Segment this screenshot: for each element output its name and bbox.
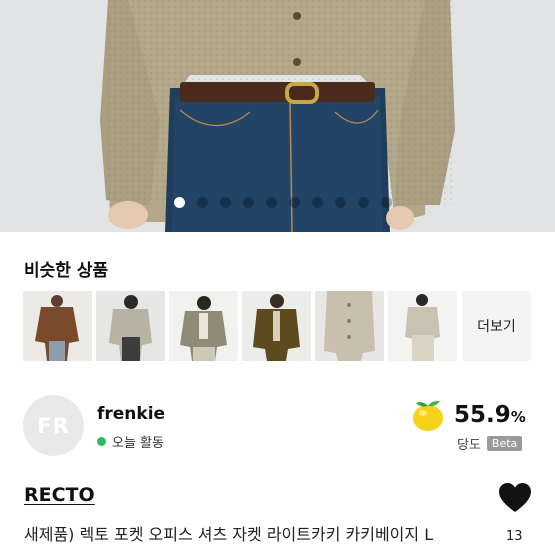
similar-product-thumb[interactable]	[169, 291, 238, 361]
thumb-image	[242, 291, 311, 361]
carousel-dot[interactable]	[196, 197, 208, 208]
carousel-dot[interactable]	[380, 197, 392, 208]
sweetness-score[interactable]: 55.9%	[410, 398, 526, 432]
seller-name[interactable]: frenkie	[97, 404, 165, 424]
similar-product-thumb[interactable]	[96, 291, 165, 361]
carousel-dot[interactable]	[219, 197, 231, 208]
thumb-image	[315, 291, 384, 361]
heart-icon[interactable]	[498, 482, 532, 513]
carousel-dot[interactable]	[265, 197, 277, 208]
product-title: 새제품) 렉토 포켓 오피스 셔츠 자켓 라이트카키 카키베이지 L	[24, 525, 434, 544]
thumb-image	[388, 291, 457, 361]
thumb-image	[169, 291, 238, 361]
lemon-icon	[413, 400, 443, 431]
carousel-dot[interactable]	[288, 197, 300, 208]
similar-products-list: 더보기	[23, 291, 531, 361]
sweetness-label: 당도	[457, 438, 481, 453]
similar-product-thumb[interactable]	[23, 291, 92, 361]
online-status-text: 오늘 활동	[112, 436, 164, 451]
carousel-dot-active[interactable]	[173, 197, 185, 208]
seller-avatar[interactable]: FR	[23, 395, 84, 456]
sweetness-value: 55.9%	[454, 402, 526, 428]
thumb-image	[96, 291, 165, 361]
similar-product-thumb[interactable]	[242, 291, 311, 361]
carousel-dots[interactable]	[0, 197, 555, 209]
carousel-dot[interactable]	[334, 197, 346, 208]
carousel-dot[interactable]	[311, 197, 323, 208]
more-similar-button[interactable]: 더보기	[462, 291, 531, 361]
brand-name[interactable]: RECTO	[24, 484, 95, 506]
score-unit: %	[510, 408, 526, 426]
product-detail-page: 비슷한 상품 더보기 FR frenkie 오늘 활동 55.9% 당도 Bet…	[0, 0, 555, 555]
online-status-dot	[97, 437, 106, 446]
product-hero-image[interactable]	[0, 0, 555, 232]
similar-product-thumb[interactable]	[315, 291, 384, 361]
similar-products-title: 비슷한 상품	[24, 261, 109, 281]
sweetness-label-row: 당도 Beta	[457, 434, 523, 453]
similar-product-thumb[interactable]	[388, 291, 457, 361]
like-count: 13	[506, 529, 523, 544]
seller-activity: 오늘 활동	[97, 432, 164, 451]
carousel-dot[interactable]	[357, 197, 369, 208]
thumb-image	[23, 291, 92, 361]
score-number: 55.9	[454, 402, 511, 428]
carousel-dot[interactable]	[242, 197, 254, 208]
beta-badge: Beta	[486, 436, 523, 451]
